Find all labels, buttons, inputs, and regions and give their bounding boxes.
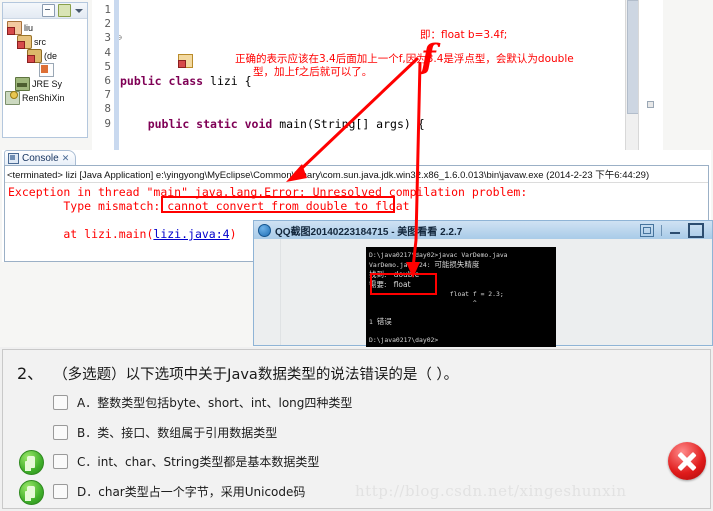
tree-item-label: RenShiXin <box>22 93 65 103</box>
terminal-line-2: VarDemo.java:24: <box>369 261 435 269</box>
line-number: 4 <box>104 45 111 59</box>
window-title: QQ截图20140223184715 - 美图看看 2.2.7 <box>275 226 463 238</box>
line-number: 9 <box>104 116 111 130</box>
tree-item-label: (de <box>44 51 58 61</box>
option-label: A．整数类型包括byte、short、int、long四种类型 <box>77 396 353 410</box>
fit-screen-icon[interactable] <box>640 223 654 237</box>
tree-item-jre[interactable]: JRE Sy <box>3 77 87 91</box>
window-title-bar[interactable]: QQ截图20140223184715 - 美图看看 2.2.7 <box>254 221 712 240</box>
window-controls[interactable] <box>640 222 712 238</box>
checkbox-a[interactable] <box>53 395 68 410</box>
quiz-option-a[interactable]: A．整数类型包括byte、short、int、long四种类型 <box>53 394 352 411</box>
java-project-icon <box>7 21 22 35</box>
option-label: D．char类型占一个字节，采用Unicode码 <box>77 485 306 499</box>
maximize-icon[interactable] <box>688 222 704 238</box>
tree-item-label: JRE Sy <box>32 79 63 89</box>
annotation-big-f: f <box>421 37 436 77</box>
annotation-line-2: 型，加上f之后就可以了。 <box>253 66 373 78</box>
quiz-option-b[interactable]: B．类、接口、数组属于引用数据类型 <box>53 424 277 441</box>
error-highlight-box <box>161 196 395 213</box>
tree-item-project-2[interactable]: RenShiXin <box>3 91 87 105</box>
code-line: public static void main(String[] args) { <box>147 116 425 131</box>
java-file-icon <box>39 63 54 77</box>
image-viewer-window[interactable]: QQ截图20140223184715 - 美图看看 2.2.7 D:\java0… <box>253 220 713 347</box>
tree-item-java-file[interactable] <box>3 63 87 77</box>
close-x-icon[interactable] <box>668 442 706 480</box>
terminal-line-1: D:\java0217\day02>javac VarDemo.java <box>369 251 508 259</box>
editor-vertical-scrollbar[interactable] <box>625 0 640 150</box>
line-number: 8 <box>104 102 111 116</box>
console-line-3-suffix: ) <box>229 227 237 241</box>
project-icon <box>5 91 20 105</box>
console-tab-row: Console ✕ <box>2 150 711 166</box>
question-number: 2、 <box>17 364 44 383</box>
project-tree[interactable]: liu src (de JRE Sy RenShiXin <box>3 19 87 105</box>
tree-item-label: liu <box>24 23 34 33</box>
overview-marker[interactable] <box>647 101 654 108</box>
package-explorer[interactable]: liu src (de JRE Sy RenShiXin <box>2 2 88 138</box>
link-with-editor-icon[interactable] <box>58 4 71 17</box>
code-content[interactable]: public class lizi { public static void m… <box>120 0 663 150</box>
thumbs-up-icon <box>19 480 44 505</box>
jre-library-icon <box>15 77 30 91</box>
close-icon[interactable]: ✕ <box>62 153 70 164</box>
terminal-highlight-box <box>370 273 437 295</box>
qq-penguin-icon <box>258 223 271 237</box>
line-number-fold[interactable]: 3 <box>92 31 122 45</box>
line-number: 6 <box>104 74 111 88</box>
terminal-line-7-cn: 错误 <box>376 317 392 326</box>
checkbox-c[interactable] <box>53 454 68 469</box>
page-title: （多选题）以下选项中关于Java数据类型的说法错误的是（ ）。 <box>53 367 459 383</box>
source-folder-icon <box>17 35 32 49</box>
terminal-line-6: ^ <box>369 299 477 307</box>
line-number: 5 <box>104 59 111 73</box>
viewer-canvas: D:\java0217\day02>javac VarDemo.java Var… <box>254 239 712 347</box>
line-number: 7 <box>104 88 111 102</box>
tab-console[interactable]: Console ✕ <box>4 150 77 166</box>
console-launch-header: <terminated> lizi [Java Application] e:\… <box>5 166 708 183</box>
line-number-gutter: 1 2 3 4 5 6 7 8 9 <box>92 0 122 150</box>
console-icon <box>8 153 19 164</box>
terminal-screenshot: D:\java0217\day02>javac VarDemo.java Var… <box>366 247 556 347</box>
separator-icon <box>661 224 662 236</box>
tab-label: Console <box>22 153 59 164</box>
collapse-all-icon[interactable] <box>42 4 55 17</box>
editor-overview-ruler[interactable] <box>638 0 663 150</box>
terminal-output: D:\java0217\day02>javac VarDemo.java Var… <box>366 247 556 347</box>
line-number: 2 <box>104 17 111 31</box>
option-label: C．int、char、String类型都是基本数据类型 <box>77 455 320 469</box>
package-icon <box>27 49 42 63</box>
code-line: public class lizi { <box>120 74 252 88</box>
console-line-2-prefix: Type mismatch: <box>8 199 168 213</box>
tree-item-src[interactable]: src <box>3 35 87 49</box>
console-line-3-prefix: at lizi.main( <box>8 227 154 241</box>
stacktrace-link[interactable]: lizi.java:4 <box>153 227 229 241</box>
screenshot-root: liu src (de JRE Sy RenShiXin 1 2 3 ⊖ 4 5… <box>0 0 713 511</box>
quiz-option-d[interactable]: D．char类型占一个字节，采用Unicode码 <box>53 483 305 500</box>
thumbs-up-icon <box>19 450 44 475</box>
checkbox-b[interactable] <box>53 425 68 440</box>
view-menu-icon[interactable] <box>74 5 85 16</box>
quiz-option-c[interactable]: C．int、char、String类型都是基本数据类型 <box>53 453 319 470</box>
option-label: B．类、接口、数组属于引用数据类型 <box>77 426 278 440</box>
question-header: 2、 （多选题）以下选项中关于Java数据类型的说法错误的是（ ）。 <box>17 360 458 384</box>
editor-marker-column <box>114 0 119 150</box>
tree-item-label: src <box>34 37 46 47</box>
line-number: 1 <box>104 3 111 16</box>
explorer-toolbar <box>3 3 87 19</box>
viewer-left-gutter <box>254 239 281 345</box>
code-editor[interactable]: 1 2 3 4 5 6 7 8 9 public class lizi { pu… <box>92 0 663 150</box>
terminal-line-8: D:\java0217\day02> <box>369 336 439 344</box>
tree-item-package[interactable]: (de <box>3 49 87 63</box>
terminal-line-7-num: 1 <box>369 318 377 326</box>
watermark-text: http://blog.csdn.net/xingeshunxin <box>355 482 627 500</box>
checkbox-d[interactable] <box>53 484 68 499</box>
minimize-icon[interactable] <box>669 225 681 236</box>
terminal-line-2-cn: 可能损失精度 <box>434 260 480 269</box>
tree-item-project[interactable]: liu <box>3 21 87 35</box>
